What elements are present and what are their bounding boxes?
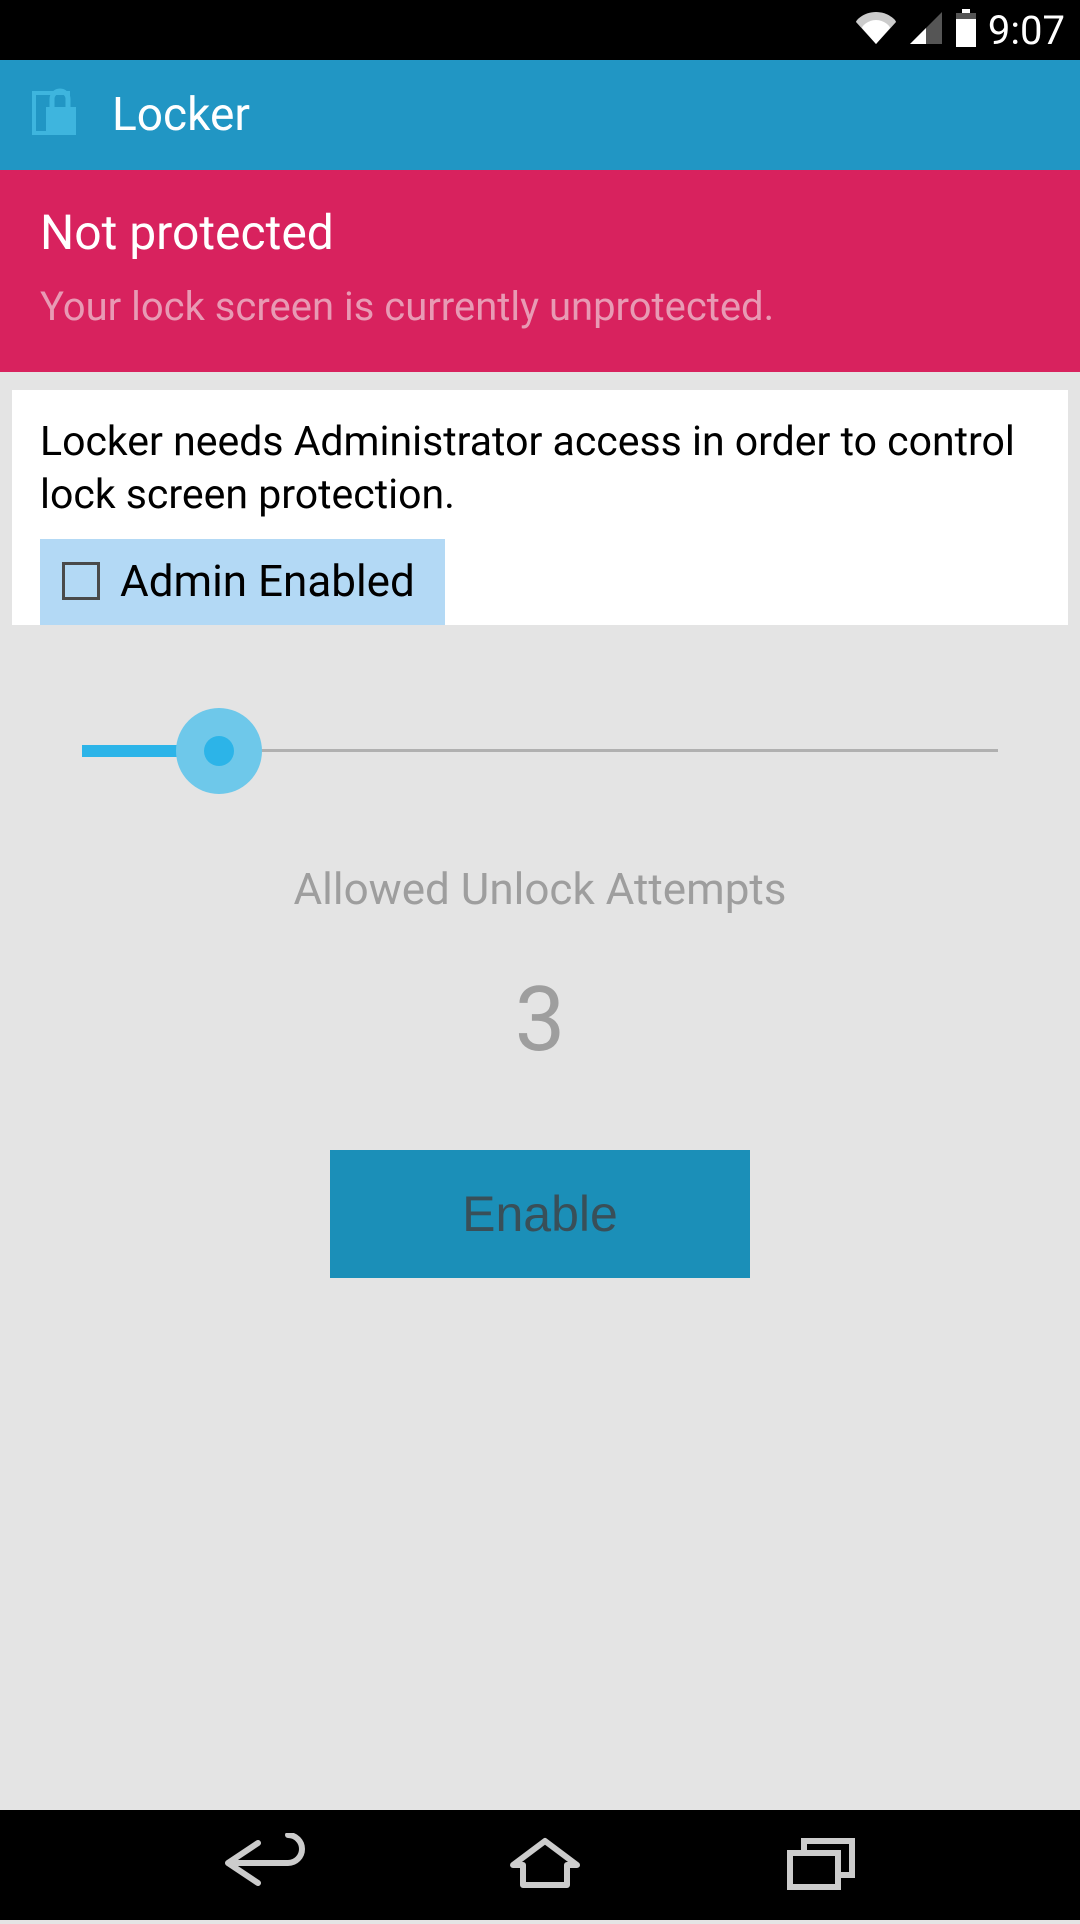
attempts-value: 3 xyxy=(82,967,998,1072)
warning-banner: Not protected Your lock screen is curren… xyxy=(0,170,1080,372)
home-icon[interactable] xyxy=(505,1833,585,1897)
admin-enabled-checkbox-row[interactable]: Admin Enabled xyxy=(40,539,445,625)
nav-bar xyxy=(0,1810,1080,1920)
admin-enabled-label: Admin Enabled xyxy=(120,555,415,607)
cellular-icon xyxy=(908,10,944,50)
main-area: Locker needs Administrator access in ord… xyxy=(0,372,1080,1924)
app-bar: Locker xyxy=(0,60,1080,170)
admin-enabled-checkbox[interactable] xyxy=(62,562,100,600)
warning-title: Not protected xyxy=(40,204,1040,261)
warning-text: Your lock screen is currently unprotecte… xyxy=(40,283,1040,330)
back-icon[interactable] xyxy=(218,1833,308,1897)
wifi-icon xyxy=(854,10,898,50)
info-text: Locker needs Administrator access in ord… xyxy=(40,416,1040,523)
attempts-label: Allowed Unlock Attempts xyxy=(82,863,998,915)
status-bar: 9:07 xyxy=(0,0,1080,60)
recent-apps-icon[interactable] xyxy=(782,1833,862,1897)
lock-icon xyxy=(28,85,84,145)
status-time: 9:07 xyxy=(988,7,1065,54)
app-title: Locker xyxy=(112,88,250,142)
enable-button[interactable]: Enable xyxy=(330,1150,750,1278)
slider-section: Allowed Unlock Attempts 3 Enable xyxy=(0,625,1080,1278)
slider-thumb[interactable] xyxy=(204,736,234,766)
attempts-slider[interactable] xyxy=(82,711,998,791)
battery-icon xyxy=(954,9,978,51)
info-card: Locker needs Administrator access in ord… xyxy=(12,390,1068,625)
